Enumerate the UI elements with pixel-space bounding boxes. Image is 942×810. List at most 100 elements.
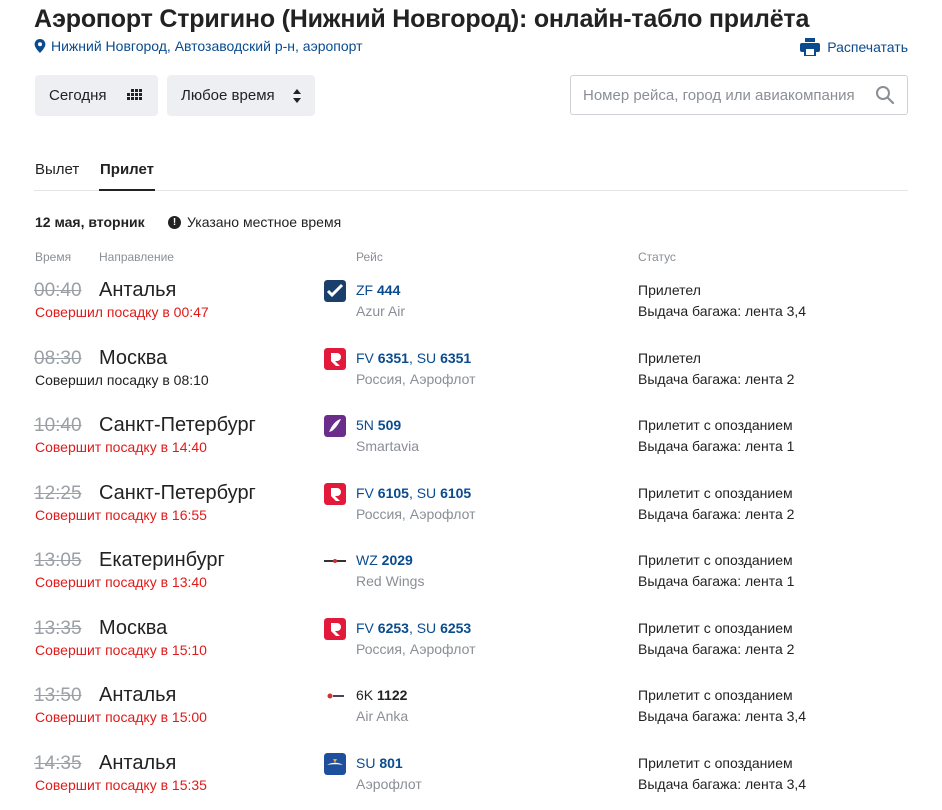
flight-status: Прилетит с опозданием (638, 417, 793, 433)
origin-city: Анталья (99, 279, 177, 301)
flight-code[interactable]: SU 6105 (417, 485, 472, 501)
flight-code[interactable]: SU 6253 (417, 620, 472, 636)
flight-numbers[interactable]: 6K 1122 (356, 687, 407, 703)
flight-code[interactable]: 5N 509 (356, 417, 401, 433)
baggage-info: Выдача багажа: лента 3,4 (638, 708, 807, 724)
scheduled-time: 08:30 (34, 347, 82, 369)
time-select-label: Любое время (181, 87, 275, 104)
smartavia-logo (324, 415, 346, 437)
flight-numbers[interactable]: FV 6351, SU 6351 (356, 350, 471, 366)
air-anka-logo (324, 685, 346, 707)
location-text[interactable]: Нижний Новгород, Автозаводский р-н, аэро… (51, 38, 363, 54)
date-header: 12 мая, вторник (35, 214, 145, 230)
table-row[interactable]: 13:05 Екатеринбург Совершит посадку в 13… (0, 549, 942, 618)
airline-name: Smartavia (356, 438, 420, 454)
flight-numbers[interactable]: SU 801 (356, 755, 403, 771)
landing-info: Совершит посадку в 13:40 (35, 574, 207, 590)
scheduled-time: 12:25 (34, 482, 82, 504)
calendar-icon (127, 88, 142, 100)
flight-status: Прилетит с опозданием (638, 484, 793, 501)
origin-city: Анталья (99, 751, 177, 774)
airline-name: Red Wings (356, 573, 425, 589)
scheduled-time: 13:05 (34, 550, 82, 571)
tab-departure[interactable]: Вылет (35, 161, 79, 191)
aeroflot-logo (324, 752, 346, 775)
scheduled-time: 00:40 (34, 280, 82, 301)
baggage-info: Выдача багажа: лента 1 (638, 438, 795, 454)
tab-arrival[interactable]: Прилет (99, 161, 155, 191)
airline-name: Россия, Аэрофлот (356, 640, 476, 657)
printer-icon (800, 38, 821, 56)
rossiya-logo (324, 617, 346, 640)
scheduled-time: 14:35 (34, 752, 82, 774)
airline-name: Россия, Аэрофлот (356, 370, 476, 387)
sort-arrows-icon (293, 88, 301, 103)
flight-numbers[interactable]: WZ 2029 (356, 552, 413, 568)
print-label: Распечатать (827, 39, 908, 55)
flight-code[interactable]: FV 6253 (356, 620, 409, 636)
table-row[interactable]: 00:40 Анталья Совершил посадку в 00:47 Z… (0, 279, 942, 348)
column-header-status: Статус (638, 250, 676, 264)
red-wings-logo (324, 550, 346, 572)
landing-info: Совершит посадку в 15:00 (35, 709, 207, 725)
flight-code[interactable]: ZF 444 (356, 282, 400, 298)
flight-code[interactable]: SU 801 (356, 755, 403, 771)
flight-code[interactable]: 6K 1122 (356, 687, 407, 703)
origin-city: Санкт-Петербург (99, 481, 256, 504)
rossiya-logo (324, 482, 346, 505)
landing-info: Совершит посадку в 15:35 (35, 776, 207, 793)
flight-code[interactable]: FV 6351 (356, 350, 409, 366)
flight-numbers[interactable]: FV 6253, SU 6253 (356, 620, 471, 636)
landing-info: Совершит посадку в 15:10 (35, 641, 207, 658)
airport-location[interactable]: Нижний Новгород, Автозаводский р-н, аэро… (34, 38, 363, 54)
flight-code[interactable]: FV 6105 (356, 485, 409, 501)
baggage-info: Выдача багажа: лента 2 (638, 505, 795, 522)
column-header-time: Время (35, 250, 72, 264)
airline-name: Azur Air (356, 303, 406, 319)
flight-numbers[interactable]: 5N 509 (356, 417, 401, 433)
column-header-flight: Рейс (356, 250, 383, 264)
origin-city: Москва (99, 346, 168, 369)
table-row[interactable]: 08:30 Москва Совершил посадку в 08:10 FV… (0, 346, 942, 416)
baggage-info: Выдача багажа: лента 3,4 (638, 303, 807, 319)
origin-city: Москва (99, 616, 168, 639)
search-input[interactable] (583, 86, 875, 104)
search-icon[interactable] (875, 85, 895, 105)
table-row[interactable]: 13:35 Москва Совершит посадку в 15:10 FV… (0, 616, 942, 686)
flight-status: Прилетит с опозданием (638, 552, 793, 568)
table-row[interactable]: 10:40 Санкт-Петербург Совершит посадку в… (0, 414, 942, 483)
info-icon: ! (168, 215, 181, 229)
flight-numbers[interactable]: ZF 444 (356, 282, 400, 298)
print-button[interactable]: Распечатать (800, 38, 908, 56)
airline-name: Air Anka (356, 708, 409, 724)
origin-city: Санкт-Петербург (99, 414, 256, 436)
origin-city: Екатеринбург (99, 549, 225, 571)
time-note-text: Указано местное время (187, 214, 342, 230)
landing-info: Совершит посадку в 16:55 (35, 506, 207, 523)
baggage-info: Выдача багажа: лента 2 (638, 640, 795, 657)
table-row[interactable]: 13:50 Анталья Совершит посадку в 15:00 6… (0, 684, 942, 753)
scheduled-time: 13:35 (34, 617, 82, 639)
airline-name: Аэрофлот (356, 775, 422, 792)
location-pin-icon (34, 39, 46, 53)
flight-status: Прилетел (638, 349, 701, 366)
flight-code[interactable]: SU 6351 (417, 350, 472, 366)
flight-code[interactable]: WZ 2029 (356, 552, 413, 568)
time-select-button[interactable]: Любое время (167, 75, 315, 116)
column-header-direction: Направление (99, 250, 174, 264)
flight-numbers[interactable]: FV 6105, SU 6105 (356, 485, 471, 501)
scheduled-time: 10:40 (34, 415, 82, 436)
flight-status: Прилетит с опозданием (638, 754, 793, 771)
flight-search-field[interactable] (570, 75, 908, 115)
baggage-info: Выдача багажа: лента 3,4 (638, 775, 807, 792)
table-row[interactable]: 12:25 Санкт-Петербург Совершит посадку в… (0, 481, 942, 551)
time-note: ! Указано местное время (168, 214, 341, 230)
azur-air-logo (324, 280, 346, 302)
direction-tabs: Вылет Прилет (34, 158, 908, 191)
table-row[interactable]: 14:35 Анталья Совершит посадку в 15:35 S… (0, 751, 942, 810)
date-select-button[interactable]: Сегодня (35, 75, 158, 116)
baggage-info: Выдача багажа: лента 2 (638, 370, 795, 387)
landing-info: Совершил посадку в 00:47 (35, 304, 209, 320)
page-title: Аэропорт Стригино (Нижний Новгород): онл… (34, 5, 810, 33)
airline-name: Россия, Аэрофлот (356, 505, 476, 522)
